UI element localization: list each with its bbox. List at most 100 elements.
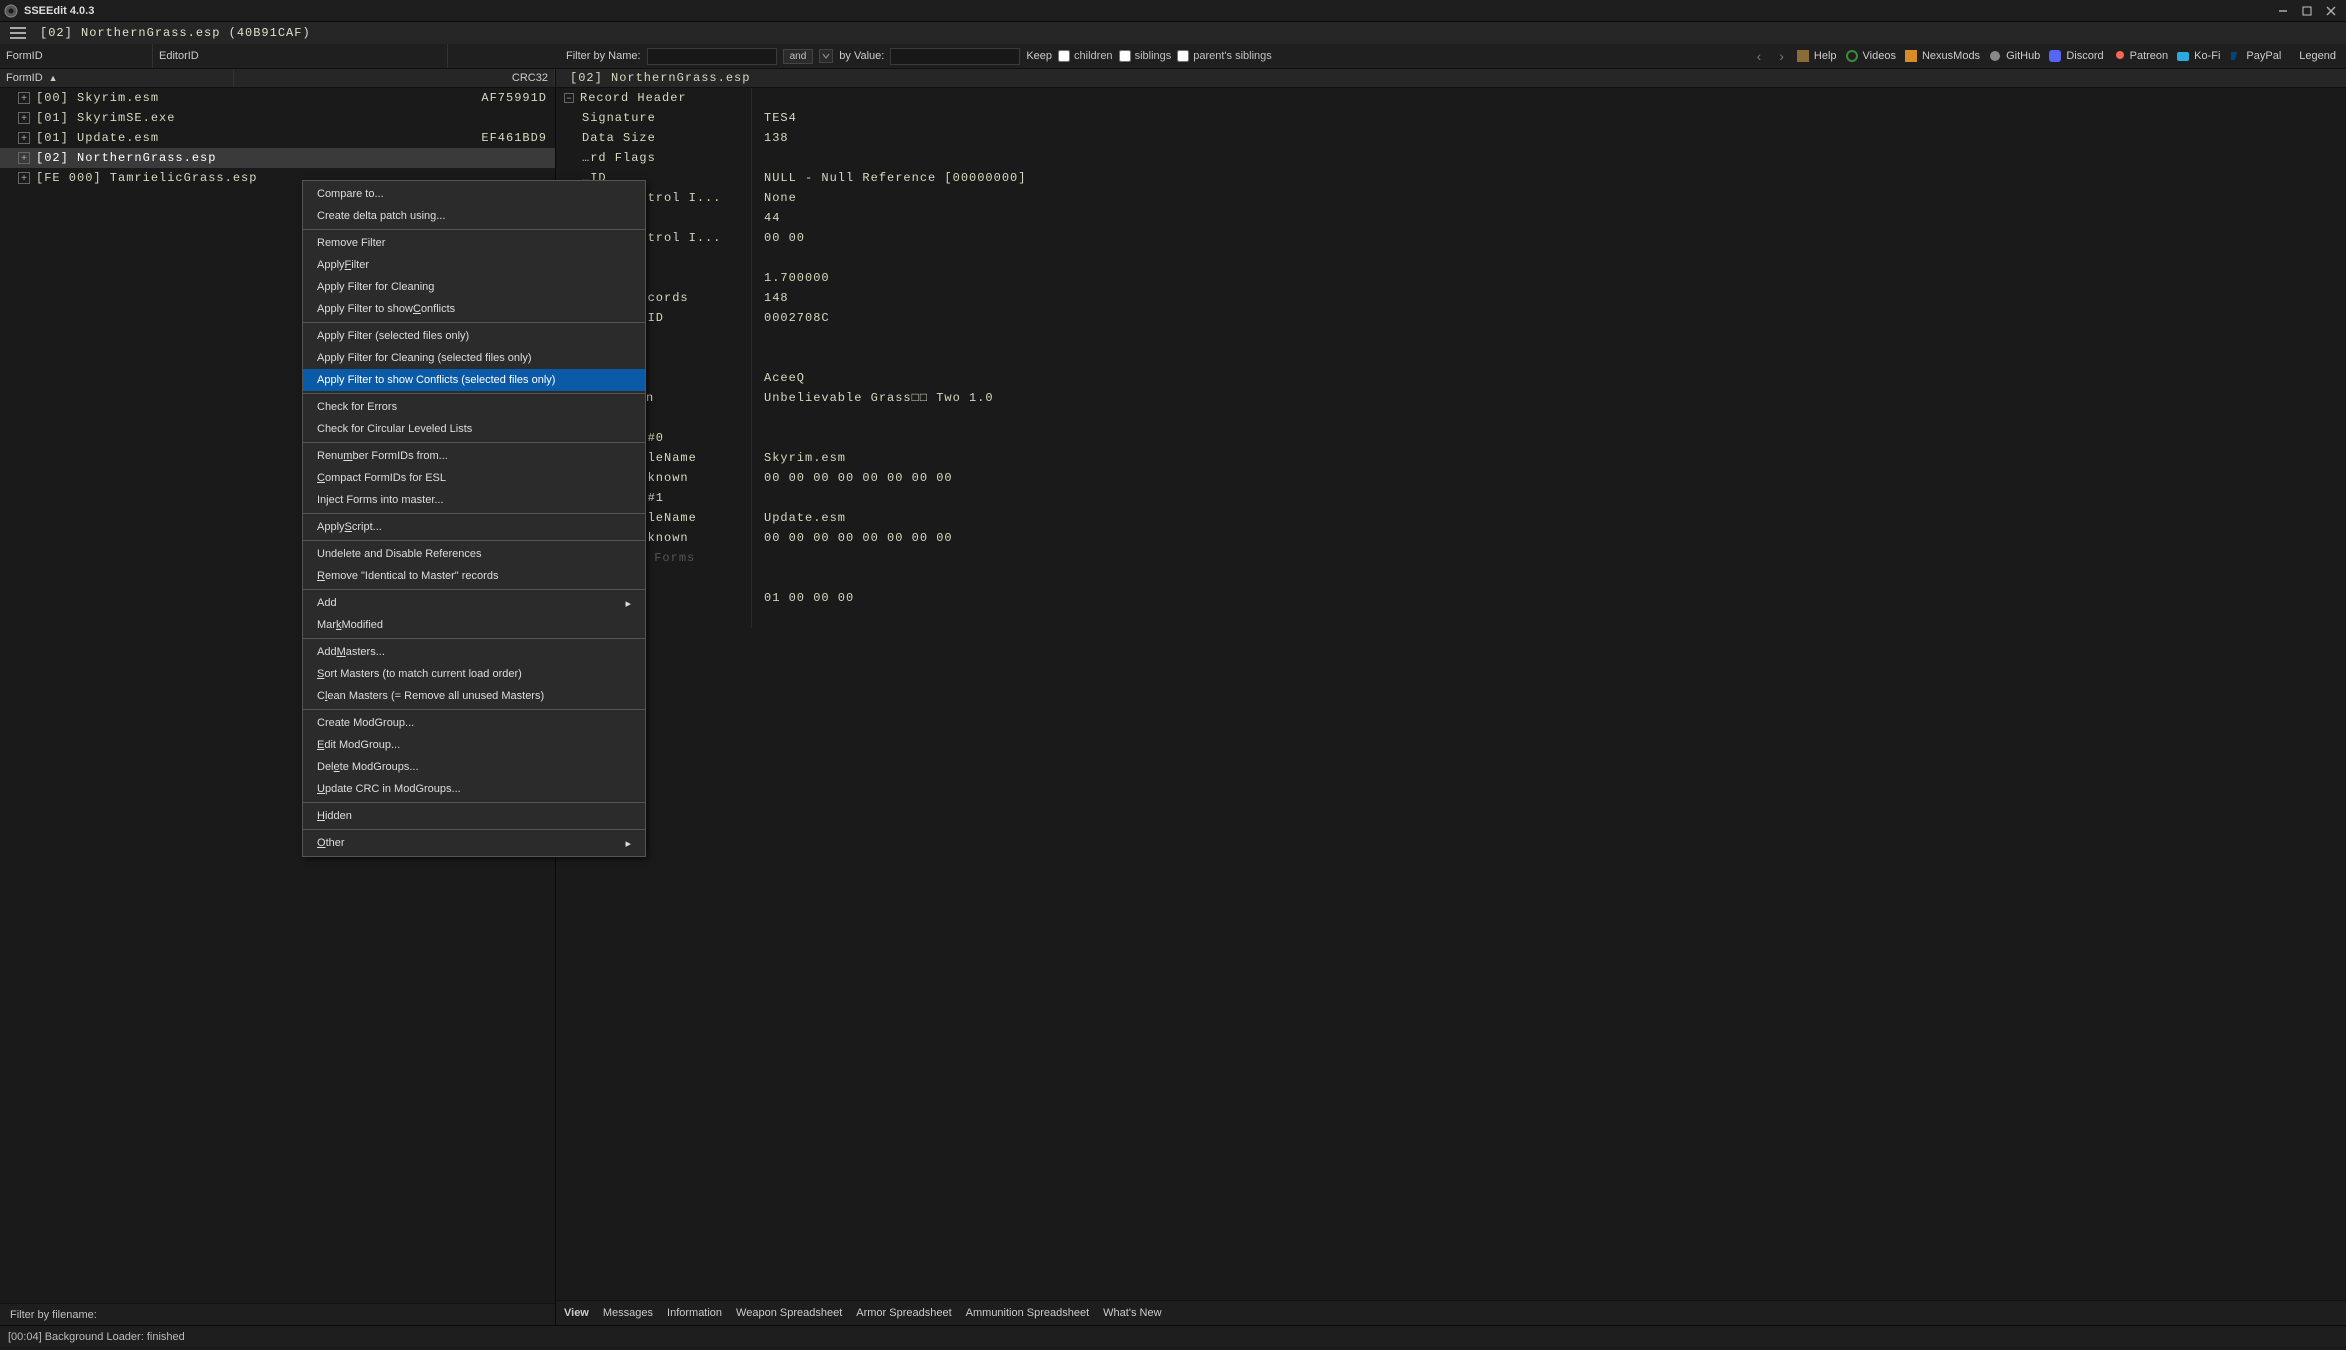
record-row[interactable]: …nknown [556, 348, 2346, 368]
record-row[interactable]: …r File #1 [556, 488, 2346, 508]
minimize-button[interactable] [2272, 2, 2294, 20]
record-row[interactable]: …nknown [556, 608, 2346, 628]
patreon-link[interactable]: Patreon [2112, 49, 2169, 63]
context-menu-item[interactable]: Apply Filter (selected files only) [303, 325, 645, 347]
record-row[interactable]: …uthorAceeQ [556, 368, 2346, 388]
context-menu-item[interactable]: Apply Filter for Cleaning (selected file… [303, 347, 645, 369]
record-row[interactable]: …nknown [556, 328, 2346, 348]
paypal-link[interactable]: PayPal [2228, 49, 2281, 63]
editorid-column-header[interactable]: EditorID [153, 44, 448, 68]
record-row[interactable]: …IDNULL - Null Reference [00000000] [556, 168, 2346, 188]
record-row[interactable]: Data Size138 [556, 128, 2346, 148]
context-menu-item[interactable]: Apply Filter for Cleaning [303, 276, 645, 298]
context-menu-item[interactable]: Sort Masters (to match current load orde… [303, 663, 645, 685]
filter-by-name-input[interactable] [647, 48, 777, 65]
context-menu-item[interactable]: Apply Filter to show Conflicts [303, 298, 645, 320]
tree-row[interactable]: +[00] Skyrim.esmAF75991D [0, 88, 555, 108]
videos-link[interactable]: Videos [1845, 49, 1896, 63]
bottom-tab[interactable]: Ammunition Spreadsheet [966, 1307, 1090, 1319]
record-row[interactable]: …verridden Forms [556, 548, 2346, 568]
record-row[interactable]: SignatureTES4 [556, 108, 2346, 128]
context-menu-item[interactable]: Check for Circular Leveled Lists [303, 418, 645, 440]
tree-crc-header[interactable]: CRC32 [234, 69, 555, 87]
bottom-tab[interactable]: Armor Spreadsheet [856, 1307, 951, 1319]
record-row[interactable]: …r of Records148 [556, 288, 2346, 308]
context-menu-item[interactable]: Edit ModGroup... [303, 734, 645, 756]
context-menu-item[interactable]: Remove "Identical to Master" records [303, 565, 645, 587]
record-row[interactable]: …ion Control I...None [556, 188, 2346, 208]
nexusmods-link[interactable]: NexusMods [1904, 49, 1980, 63]
context-menu-item[interactable]: Apply Filter [303, 254, 645, 276]
filter-children-checkbox[interactable]: children [1058, 50, 1113, 62]
tree-expander-icon[interactable]: + [18, 92, 30, 104]
record-row[interactable]: …eader [556, 248, 2346, 268]
context-menu-item[interactable]: Delete ModGroups... [303, 756, 645, 778]
help-link[interactable]: Help [1796, 49, 1837, 63]
record-row[interactable]: …rd Flags [556, 148, 2346, 168]
context-menu-item[interactable]: Create delta patch using... [303, 205, 645, 227]
context-menu-item[interactable]: Add▸ [303, 592, 645, 614]
context-menu-item[interactable]: Compare to... [303, 183, 645, 205]
filter-siblings-checkbox[interactable]: siblings [1119, 50, 1172, 62]
bottom-tab[interactable]: View [564, 1307, 589, 1319]
context-menu-item[interactable]: Apply Filter to show Conflicts (selected… [303, 369, 645, 391]
filter-and-toggle[interactable]: and [783, 49, 814, 64]
nav-back-icon[interactable]: ‹ [1757, 48, 1762, 64]
context-menu-item[interactable]: Create ModGroup... [303, 712, 645, 734]
formid-column-header[interactable]: FormID [0, 44, 153, 68]
record-row[interactable]: …creenshot [556, 568, 2346, 588]
record-row[interactable]: …Version44 [556, 208, 2346, 228]
context-menu-item[interactable]: Compact FormIDs for ESL [303, 467, 645, 489]
record-row[interactable]: …TA - Unknown00 00 00 00 00 00 00 00 [556, 528, 2346, 548]
close-button[interactable] [2320, 2, 2342, 20]
nav-forward-icon[interactable]: › [1779, 48, 1784, 64]
record-fields[interactable]: −Record HeaderSignatureTES4Data Size138…… [556, 88, 2346, 1300]
context-menu-item[interactable]: Inject Forms into master... [303, 489, 645, 511]
context-menu-item[interactable]: Add Masters... [303, 641, 645, 663]
bottom-tab[interactable]: What's New [1103, 1307, 1161, 1319]
tree-row[interactable]: +[01] Update.esmEF461BD9 [0, 128, 555, 148]
tree-formid-header[interactable]: FormID▲ [0, 69, 234, 87]
bottom-tab[interactable]: Information [667, 1307, 722, 1319]
context-menu-item[interactable]: Clean Masters (= Remove all unused Maste… [303, 685, 645, 707]
maximize-button[interactable] [2296, 2, 2318, 20]
tree-expander-icon[interactable]: + [18, 132, 30, 144]
context-menu-item[interactable]: Hidden [303, 805, 645, 827]
context-menu-item[interactable]: Update CRC in ModGroups... [303, 778, 645, 800]
context-menu-item[interactable]: Renumber FormIDs from... [303, 445, 645, 467]
tree-expander-icon[interactable]: + [18, 112, 30, 124]
bottom-tab[interactable]: Messages [603, 1307, 653, 1319]
filter-parents-checkbox[interactable]: parent's siblings [1177, 50, 1272, 62]
record-column-header[interactable]: [02] NorthernGrass.esp [556, 69, 2346, 88]
tree-expander-icon[interactable]: + [18, 152, 30, 164]
kofi-link[interactable]: Ko-Fi [2176, 49, 2220, 63]
context-menu-item[interactable]: Mark Modified [303, 614, 645, 636]
record-row[interactable]: …TA - Unknown00 00 00 00 00 00 00 00 [556, 468, 2346, 488]
context-menu-item[interactable]: Remove Filter [303, 232, 645, 254]
record-row[interactable]: −Record Header [556, 88, 2346, 108]
record-row[interactable]: …escriptionUnbelievable Grass□□ Two 1.0 [556, 388, 2346, 408]
github-link[interactable]: GitHub [1988, 49, 2040, 63]
filter-by-value-input[interactable] [890, 48, 1020, 65]
tree-row[interactable]: +[02] NorthernGrass.esp [0, 148, 555, 168]
record-row[interactable]: …r File #0 [556, 428, 2346, 448]
filter-and-dropdown-icon[interactable] [819, 49, 833, 63]
hamburger-menu-icon[interactable] [6, 22, 30, 44]
context-menu-item[interactable]: Other▸ [303, 832, 645, 854]
record-row[interactable]: …Object ID0002708C [556, 308, 2346, 328]
record-row[interactable]: …ion Control I...00 00 [556, 228, 2346, 248]
record-row[interactable]: …on1.700000 [556, 268, 2346, 288]
tree-expander-icon[interactable]: + [18, 172, 30, 184]
record-row[interactable]: …ST - FileNameUpdate.esm [556, 508, 2346, 528]
context-menu-item[interactable]: Apply Script... [303, 516, 645, 538]
context-menu-item[interactable]: Check for Errors [303, 396, 645, 418]
tree-row[interactable]: +[01] SkyrimSE.exe [0, 108, 555, 128]
discord-link[interactable]: Discord [2048, 49, 2103, 63]
record-expander-icon[interactable]: − [564, 93, 574, 103]
context-menu-item[interactable]: Undelete and Disable References [303, 543, 645, 565]
bottom-tab[interactable]: Weapon Spreadsheet [736, 1307, 842, 1319]
record-row[interactable]: …nknown01 00 00 00 [556, 588, 2346, 608]
record-row[interactable]: …Files [556, 408, 2346, 428]
legend-button[interactable]: Legend [2289, 50, 2346, 62]
record-row[interactable]: …ST - FileNameSkyrim.esm [556, 448, 2346, 468]
